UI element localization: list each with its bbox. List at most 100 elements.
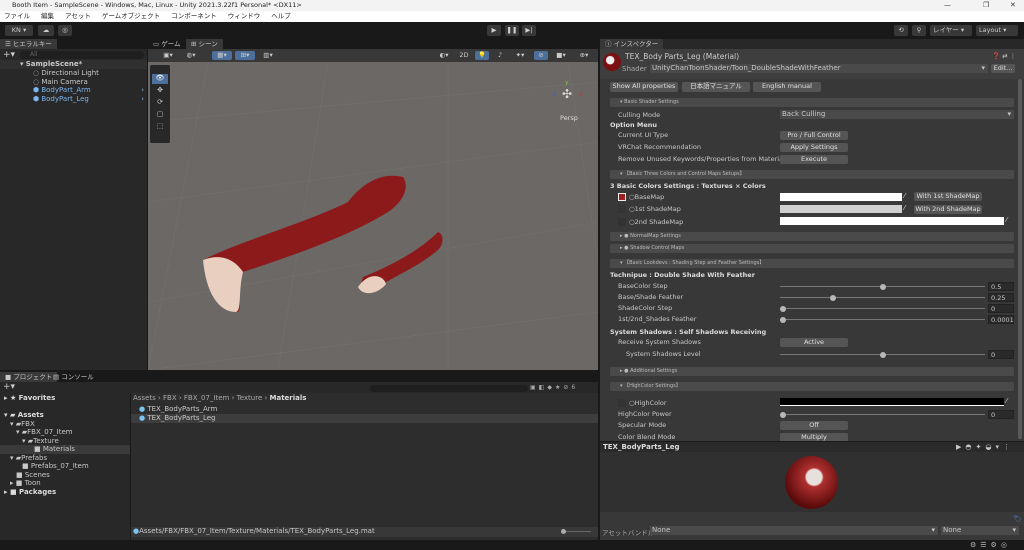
- culling-dropdown[interactable]: Back Culling ▾: [780, 110, 1014, 119]
- shade1-color[interactable]: [780, 205, 902, 213]
- menu-window[interactable]: ウィンドウ: [228, 11, 261, 22]
- crumb[interactable]: Assets: [133, 394, 156, 402]
- collab-icon[interactable]: ◎: [58, 25, 72, 36]
- eyedropper-icon[interactable]: ⁄: [904, 192, 905, 200]
- edit-shader-button[interactable]: Edit...: [991, 64, 1015, 73]
- gizmos-icon[interactable]: ⊕▾: [574, 51, 594, 60]
- menu-gameobject[interactable]: ゲームオブジェクト: [102, 11, 160, 22]
- eyedropper-icon[interactable]: ⁄: [904, 204, 905, 212]
- menu-assets[interactable]: アセット: [65, 11, 91, 22]
- with-1st-shademap-button[interactable]: With 1st ShadeMap: [914, 192, 982, 201]
- menu-help[interactable]: ヘルプ: [271, 11, 291, 22]
- shading-icon[interactable]: ◐▾: [435, 51, 453, 60]
- crumb[interactable]: Texture: [237, 394, 263, 402]
- property-slider[interactable]: [780, 294, 985, 301]
- filter-icons[interactable]: ▣◧◆★⊘6: [530, 384, 578, 391]
- crumb-current[interactable]: Materials: [270, 394, 307, 402]
- slider-knob[interactable]: [879, 283, 886, 290]
- hierarchy-search-input[interactable]: All: [20, 51, 144, 59]
- rect-tool-icon[interactable]: ⬚: [152, 122, 168, 132]
- basemap-texture-thumb[interactable]: [618, 193, 626, 201]
- receive-shadows-toggle[interactable]: Active: [780, 338, 848, 347]
- draw-mode-icon[interactable]: ▣▾: [158, 51, 178, 60]
- light-icon[interactable]: 💡: [475, 51, 489, 60]
- scene-viewport[interactable]: [148, 62, 598, 370]
- property-slider[interactable]: [780, 283, 985, 290]
- layout-dropdown[interactable]: Layout ▾: [976, 25, 1018, 36]
- with-2nd-shademap-button[interactable]: With 2nd ShadeMap: [914, 205, 982, 214]
- shader-dropdown[interactable]: UnityChanToonShader/Toon_DoubleShadeWith…: [650, 64, 988, 73]
- crumb[interactable]: FBX: [163, 394, 177, 402]
- header-icons[interactable]: ❓ ⇄ ⋮: [992, 52, 1016, 60]
- account-dropdown[interactable]: KN ▾: [5, 25, 33, 36]
- 2d-toggle[interactable]: 2D: [457, 51, 471, 60]
- tab-inspector[interactable]: ⓘ インスペクター: [600, 39, 664, 49]
- eyedropper-icon[interactable]: ⁄: [1006, 397, 1007, 405]
- grid-icon[interactable]: ▦▾: [212, 51, 232, 60]
- property-slider[interactable]: [780, 305, 985, 312]
- history-icon[interactable]: ⟲: [894, 25, 908, 36]
- shadow-level-value[interactable]: 0: [988, 350, 1014, 359]
- slider-value[interactable]: 0: [988, 304, 1014, 313]
- shadow-control-section[interactable]: ▸ ● Shadow Control Maps: [610, 244, 1014, 253]
- tab-scene[interactable]: ⊞ シーン: [186, 39, 223, 49]
- additional-settings-section[interactable]: ▸ ● Additional Settings: [610, 367, 1014, 376]
- increment-icon[interactable]: ▥▾: [258, 51, 278, 60]
- tab-game[interactable]: ▭ ゲーム: [148, 39, 186, 49]
- highcolor-section[interactable]: ▾ 【HighColor Settings】: [610, 382, 1014, 391]
- normalmap-section[interactable]: ▸ ● NormalMap Settings: [610, 232, 1014, 241]
- add-button[interactable]: +▾: [3, 50, 15, 60]
- persp-label[interactable]: Persp: [560, 114, 578, 122]
- highcolor-texture-thumb[interactable]: [618, 399, 626, 407]
- menu-edit[interactable]: 編集: [41, 11, 54, 22]
- slider-knob[interactable]: [879, 351, 886, 358]
- shade1-texture-thumb[interactable]: [618, 205, 626, 213]
- basemap-color[interactable]: [780, 193, 902, 201]
- shade2-color[interactable]: [780, 217, 1004, 225]
- tree-packages[interactable]: ▸ ■ Packages: [0, 488, 130, 497]
- highcolor-color[interactable]: [780, 398, 1004, 406]
- hierarchy-item[interactable]: ▾ SampleScene*: [0, 60, 147, 69]
- tab-console[interactable]: ▤ コンソール: [48, 372, 99, 382]
- maximize-button[interactable]: ❐: [983, 0, 989, 11]
- project-search-input[interactable]: [370, 385, 528, 392]
- rotate-tool-icon[interactable]: ⟳: [152, 98, 168, 108]
- audio-icon[interactable]: ♪: [493, 51, 507, 60]
- apply-settings-button[interactable]: Apply Settings: [780, 143, 848, 152]
- slider-knob[interactable]: [829, 294, 836, 301]
- slider-knob[interactable]: [780, 316, 787, 323]
- show-all-properties-button[interactable]: Show All properties: [610, 82, 678, 92]
- menu-component[interactable]: コンポーネント: [171, 11, 217, 22]
- lookdev-section[interactable]: ▾ 【Basic Lookdevs : Shading Step and Fea…: [610, 259, 1014, 268]
- shadow-level-slider[interactable]: [780, 351, 985, 358]
- slider-value[interactable]: 0.25: [988, 293, 1014, 302]
- tab-hierarchy[interactable]: ☰ ヒエラルキー: [0, 39, 57, 49]
- slider-knob[interactable]: [780, 411, 786, 418]
- view-tool-icon[interactable]: 👁: [152, 74, 168, 84]
- variant-dropdown[interactable]: None ▾: [941, 526, 1019, 535]
- close-button[interactable]: ✕: [1010, 0, 1016, 11]
- material-preview-sphere[interactable]: [785, 456, 838, 509]
- asset-item-selected[interactable]: ● TEX_BodyParts_Leg: [131, 413, 598, 423]
- hc-power-slider[interactable]: [780, 411, 985, 418]
- icon-size-slider[interactable]: [561, 529, 591, 534]
- specular-toggle[interactable]: Off: [780, 421, 848, 430]
- snap-icon[interactable]: ⊞▾: [235, 51, 255, 60]
- japanese-manual-button[interactable]: 日本語マニュアル: [682, 82, 750, 92]
- english-manual-button[interactable]: English manual: [753, 82, 821, 92]
- hierarchy-item[interactable]: ⬢ BodyPart_Leg ›: [0, 95, 147, 104]
- three-colors-section[interactable]: ▾ 【Basic Three Colors and Control Maps S…: [610, 170, 1014, 179]
- pause-button[interactable]: ❚❚: [505, 25, 519, 36]
- inspector-scrollbar[interactable]: [1018, 79, 1022, 439]
- preview-controls[interactable]: ▶◓✦◒▾⋮: [956, 443, 1014, 451]
- scale-tool-icon[interactable]: ▢: [152, 110, 168, 120]
- hc-power-value[interactable]: 0: [988, 410, 1014, 419]
- crumb[interactable]: FBX_07_Item: [184, 394, 229, 402]
- effects-icon[interactable]: ✦▾: [511, 51, 529, 60]
- global-icon[interactable]: ◍▾: [181, 51, 201, 60]
- property-slider[interactable]: [780, 316, 985, 323]
- tree-favorites[interactable]: ▸ ★ Favorites: [0, 394, 130, 403]
- assetbundle-dropdown[interactable]: None ▾: [650, 526, 938, 535]
- menu-file[interactable]: ファイル: [4, 11, 30, 22]
- step-button[interactable]: ▶|: [522, 25, 536, 36]
